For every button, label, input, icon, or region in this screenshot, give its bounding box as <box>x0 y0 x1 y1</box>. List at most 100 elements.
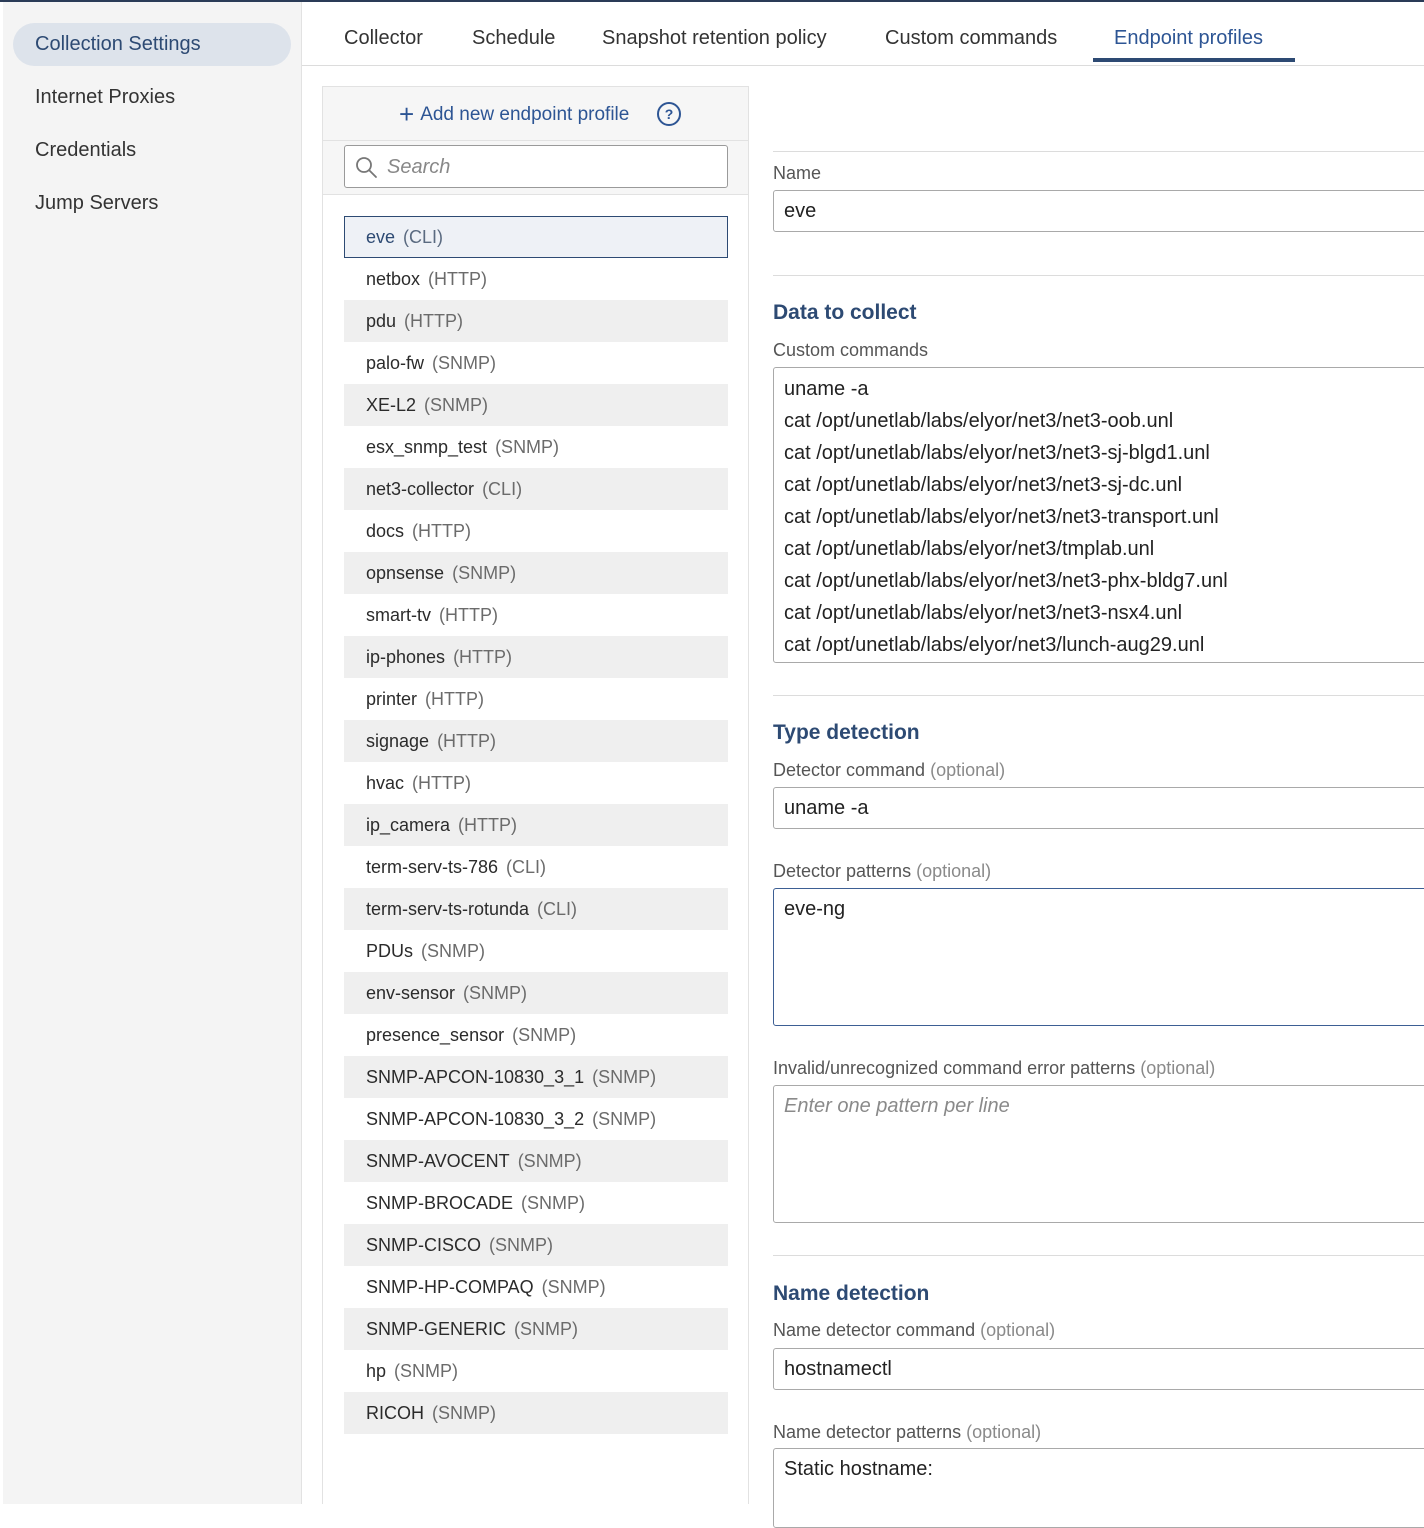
profile-list-item[interactable]: term-serv-ts-rotunda (CLI) <box>344 888 728 930</box>
profile-name: term-serv-ts-rotunda <box>366 899 530 919</box>
sidebar-item-jump-servers[interactable]: Jump Servers <box>13 182 291 225</box>
name-detector-patterns-value: Static hostname: <box>784 1458 933 1480</box>
custom-command-line: cat /opt/unetlab/labs/elyor/net3/lunch-a… <box>784 634 1205 656</box>
profile-type: (SNMP) <box>541 1277 606 1297</box>
profile-list-item[interactable]: smart-tv (HTTP) <box>344 594 728 636</box>
profile-list-item[interactable]: term-serv-ts-786 (CLI) <box>344 846 728 888</box>
profile-name: signage <box>366 731 430 751</box>
profile-list-item[interactable]: netbox (HTTP) <box>344 258 728 300</box>
profile-type: (SNMP) <box>432 1403 496 1423</box>
profile-list-item[interactable]: signage (HTTP) <box>344 720 728 762</box>
optional-hint: (optional) <box>930 760 1006 780</box>
profile-name: SNMP-AVOCENT <box>366 1151 510 1171</box>
profile-list-item[interactable]: RICOH (SNMP) <box>344 1392 728 1434</box>
detector-command-label: Detector command (optional) <box>773 760 1005 781</box>
profile-type: (HTTP) <box>453 647 513 667</box>
profile-list-item[interactable]: presence_sensor (SNMP) <box>344 1014 728 1056</box>
sidebar-item-internet-proxies[interactable]: Internet Proxies <box>13 76 291 119</box>
profile-type: (HTTP) <box>425 689 485 709</box>
custom-command-line: cat /opt/unetlab/labs/elyor/net3/net3-ph… <box>784 570 1228 592</box>
profile-type: (HTTP) <box>404 311 464 331</box>
name-detector-patterns-textarea[interactable]: Static hostname: <box>773 1448 1424 1528</box>
profile-name: palo-fw <box>366 353 425 373</box>
name-detector-patterns-label-text: Name detector patterns <box>773 1422 962 1442</box>
profile-list-item[interactable]: pdu (HTTP) <box>344 300 728 342</box>
detector-patterns-textarea[interactable]: eve-ng <box>773 888 1424 1026</box>
name-detector-command-label-text: Name detector command <box>773 1320 976 1340</box>
tab-snapshot-retention-policy[interactable]: Snapshot retention policy <box>602 2 827 65</box>
sidebar-item-credentials[interactable]: Credentials <box>13 129 291 172</box>
name-field[interactable]: eve <box>773 190 1424 232</box>
name-detector-command-field[interactable]: hostnamectl <box>773 1348 1424 1390</box>
custom-command-line: cat /opt/unetlab/labs/elyor/net3/net3-tr… <box>784 506 1219 528</box>
profile-list: eve (CLI) netbox (HTTP) pdu (HTTP) palo-fw (SNM… <box>344 216 728 1434</box>
profile-list-item[interactable]: SNMP-BROCADE (SNMP) <box>344 1182 728 1224</box>
profile-type: (CLI) <box>403 227 444 247</box>
tab-collector[interactable]: Collector <box>344 2 423 65</box>
settings-tabs: Collector Schedule Snapshot retention po… <box>302 2 1424 66</box>
profile-name: SNMP-HP-COMPAQ <box>366 1277 534 1297</box>
optional-hint: (optional) <box>916 861 992 881</box>
profile-name: SNMP-GENERIC <box>366 1319 507 1339</box>
custom-commands-textarea[interactable]: uname -a cat /opt/unetlab/labs/elyor/net3… <box>773 367 1424 663</box>
profile-list-item[interactable]: ip-phones (HTTP) <box>344 636 728 678</box>
detector-command-value: uname -a <box>784 797 869 819</box>
profile-list-item[interactable]: PDUs (SNMP) <box>344 930 728 972</box>
profile-list-item[interactable]: SNMP-APCON-10830_3_2 (SNMP) <box>344 1098 728 1140</box>
profile-list-item[interactable]: env-sensor (SNMP) <box>344 972 728 1014</box>
profile-type: (SNMP) <box>463 983 528 1003</box>
error-patterns-placeholder: Enter one pattern per line <box>784 1095 1010 1117</box>
profile-name: netbox <box>366 269 421 289</box>
custom-command-line: cat /opt/unetlab/labs/elyor/net3/net3-oo… <box>784 410 1174 432</box>
active-tab-indicator <box>1093 58 1295 62</box>
profile-list-item[interactable]: esx_snmp_test (SNMP) <box>344 426 728 468</box>
tab-schedule[interactable]: Schedule <box>472 2 555 65</box>
profile-list-item[interactable]: XE-L2 (SNMP) <box>344 384 728 426</box>
search-input[interactable] <box>385 148 719 187</box>
help-icon[interactable]: ? <box>657 102 681 126</box>
tab-custom-commands[interactable]: Custom commands <box>885 2 1057 65</box>
profile-name: smart-tv <box>366 605 431 625</box>
profile-list-item[interactable]: ip_camera (HTTP) <box>344 804 728 846</box>
settings-sidebar: Collection Settings Internet Proxies Cre… <box>3 2 302 1504</box>
profile-list-item[interactable]: eve (CLI) <box>344 216 728 258</box>
detector-command-field[interactable]: uname -a <box>773 787 1424 829</box>
optional-hint: (optional) <box>980 1320 1056 1340</box>
add-endpoint-profile-label: Add new endpoint profile <box>420 104 630 125</box>
profile-list-item[interactable]: SNMP-HP-COMPAQ (SNMP) <box>344 1266 728 1308</box>
profile-name: env-sensor <box>366 983 456 1003</box>
profile-list-item[interactable]: SNMP-AVOCENT (SNMP) <box>344 1140 728 1182</box>
divider <box>773 151 1424 152</box>
profile-type: (HTTP) <box>412 521 472 541</box>
add-endpoint-profile-button[interactable]: + Add new endpoint profile <box>399 99 629 129</box>
profile-list-item[interactable]: printer (HTTP) <box>344 678 728 720</box>
profile-name: net3-collector <box>366 479 475 499</box>
tab-endpoint-profiles[interactable]: Endpoint profiles <box>1114 2 1263 65</box>
custom-command-line: cat /opt/unetlab/labs/elyor/net3/net3-sj… <box>784 442 1210 464</box>
profile-list-item[interactable]: hp (SNMP) <box>344 1350 728 1392</box>
profile-list-item[interactable]: net3-collector (CLI) <box>344 468 728 510</box>
profile-type: (SNMP) <box>521 1193 586 1213</box>
detector-patterns-value: eve-ng <box>784 898 846 920</box>
profile-name: SNMP-APCON-10830_3_1 <box>366 1067 585 1087</box>
profile-name: eve <box>366 227 396 247</box>
profile-list-item[interactable]: palo-fw (SNMP) <box>344 342 728 384</box>
name-detection-title: Name detection <box>773 1282 930 1305</box>
profile-list-item[interactable]: SNMP-GENERIC (SNMP) <box>344 1308 728 1350</box>
profile-type: (SNMP) <box>592 1109 657 1129</box>
profile-list-item[interactable]: hvac (HTTP) <box>344 762 728 804</box>
name-label: Name <box>773 163 822 183</box>
profile-type: (CLI) <box>506 857 547 877</box>
profile-list-item[interactable]: SNMP-APCON-10830_3_1 (SNMP) <box>344 1056 728 1098</box>
data-to-collect-title: Data to collect <box>773 301 917 324</box>
list-panel-header: + Add new endpoint profile ? <box>323 87 748 141</box>
profile-list-item[interactable]: docs (HTTP) <box>344 510 728 552</box>
profile-name: ip-phones <box>366 647 446 667</box>
profile-type: (SNMP) <box>394 1361 459 1381</box>
profile-list-item[interactable]: SNMP-CISCO (SNMP) <box>344 1224 728 1266</box>
profile-list-item[interactable]: opnsense (SNMP) <box>344 552 728 594</box>
sidebar-item-collection-settings[interactable]: Collection Settings <box>13 23 291 66</box>
profile-type: (HTTP) <box>458 815 518 835</box>
error-patterns-textarea[interactable]: Enter one pattern per line <box>773 1085 1424 1223</box>
profile-type: (CLI) <box>482 479 523 499</box>
